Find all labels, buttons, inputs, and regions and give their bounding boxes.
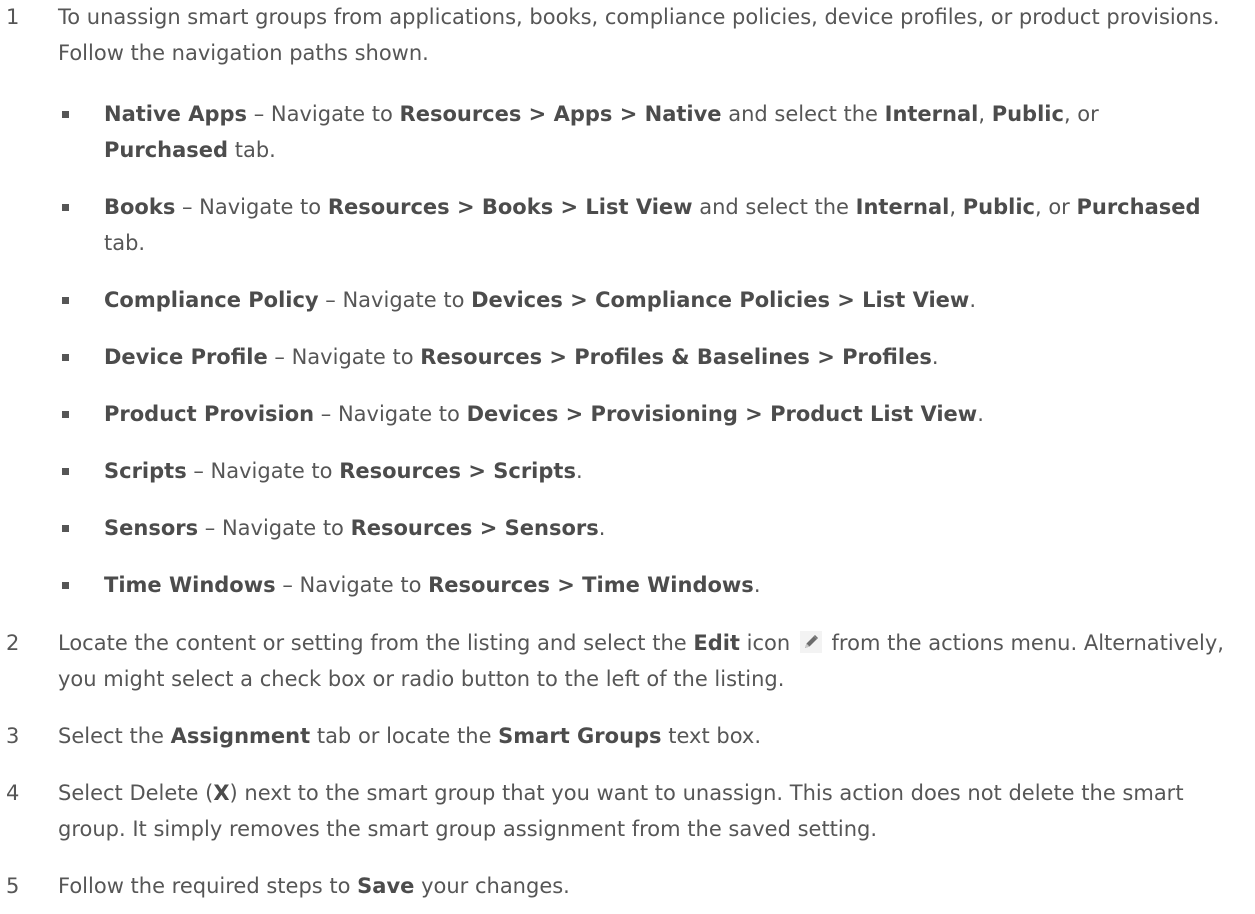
text-run: Select the <box>58 724 171 748</box>
text-run: . <box>575 459 583 483</box>
text-run: . <box>969 288 977 312</box>
step-text: Select the Assignment tab or locate the … <box>58 718 1240 754</box>
list-item-text: Time Windows – Navigate to Resources > T… <box>104 573 761 597</box>
text-run: and select the <box>721 102 885 126</box>
list-item-scripts: Scripts – Navigate to Resources > Script… <box>62 453 1220 489</box>
bullet-icon <box>62 354 69 361</box>
bullet-icon <box>62 525 69 532</box>
list-item-native-apps: Native Apps – Navigate to Resources > Ap… <box>62 96 1220 168</box>
pencil-icon <box>799 628 822 653</box>
list-item-text: Sensors – Navigate to Resources > Sensor… <box>104 516 605 540</box>
list-item-text: Scripts – Navigate to Resources > Script… <box>104 459 583 483</box>
step-text: Select Delete (X) next to the smart grou… <box>58 775 1240 847</box>
bold-term: Device Profile <box>104 345 268 369</box>
step-text: To unassign smart groups from applicatio… <box>58 0 1240 71</box>
text-run: – Navigate to <box>175 195 328 219</box>
bold-term: Compliance Policy <box>104 288 319 312</box>
text-run: – Navigate to <box>267 345 421 369</box>
text-run: . <box>598 516 606 540</box>
list-item-time-windows: Time Windows – Navigate to Resources > T… <box>62 567 1220 603</box>
step-number: 3 <box>6 724 20 748</box>
bullet-icon <box>62 582 69 589</box>
step-number: 5 <box>6 874 20 898</box>
bullet-icon <box>62 297 69 304</box>
bold-term: Books <box>104 195 176 219</box>
text-run: Locate the content or setting from the l… <box>58 631 694 655</box>
text-run: tab or locate the <box>310 724 499 748</box>
text-run: – Navigate to <box>275 573 429 597</box>
text-run: and select the <box>692 195 856 219</box>
bullet-icon <box>62 468 69 475</box>
list-item-sensors: Sensors – Navigate to Resources > Sensor… <box>62 510 1220 546</box>
bold-term: Devices > Compliance Policies > List Vie… <box>471 288 970 312</box>
text-run: To unassign smart groups from applicatio… <box>58 5 1220 65</box>
step-number: 4 <box>6 781 20 805</box>
bold-term: Internal <box>855 195 950 219</box>
list-item-text: Product Provision – Navigate to Devices … <box>104 402 984 426</box>
bold-term: Scripts <box>104 459 187 483</box>
list-item-text: Compliance Policy – Navigate to Devices … <box>104 288 976 312</box>
text-run: Follow the required steps to <box>58 874 358 898</box>
bold-term: Purchased <box>1076 195 1201 219</box>
text-run: tab. <box>104 231 146 255</box>
bold-term: Sensors <box>104 516 199 540</box>
bold-term: Smart Groups <box>498 724 662 748</box>
bold-term: Resources > Books > List View <box>327 195 693 219</box>
bold-term: Time Windows <box>104 573 276 597</box>
text-run: . <box>753 573 761 597</box>
text-run: – Navigate to <box>198 516 351 540</box>
bold-term: X <box>213 781 230 805</box>
bold-term: Resources > Apps > Native <box>399 102 722 126</box>
text-run: , or <box>1063 102 1099 126</box>
list-item-books: Books – Navigate to Resources > Books > … <box>62 189 1220 261</box>
bold-term: Public <box>991 102 1064 126</box>
text-run: . <box>977 402 984 426</box>
bold-term: Devices > Provisioning > Product List Vi… <box>466 402 978 426</box>
bullet-icon <box>62 204 69 211</box>
list-item-text: Native Apps – Navigate to Resources > Ap… <box>104 102 1099 162</box>
text-run: tab. <box>228 138 276 162</box>
text-run: icon <box>739 631 797 655</box>
step-number: 1 <box>6 5 20 29</box>
bold-term: Resources > Scripts <box>339 459 576 483</box>
step-text: Locate the content or setting from the l… <box>58 625 1240 697</box>
bold-term: Internal <box>884 102 979 126</box>
list-item-device-profile: Device Profile – Navigate to Resources >… <box>62 339 1220 375</box>
bold-term: Save <box>357 874 415 898</box>
bold-term: Assignment <box>170 724 311 748</box>
text-run: . <box>931 345 939 369</box>
bold-term: Resources > Profiles & Baselines > Profi… <box>420 345 932 369</box>
text-run: text box. <box>661 724 761 748</box>
text-run: – Navigate to <box>314 402 467 426</box>
text-run: , <box>949 195 963 219</box>
text-run: Select Delete ( <box>58 781 214 805</box>
step-text: Follow the required steps to Save your c… <box>58 868 1240 904</box>
bold-term: Product Provision <box>104 402 315 426</box>
bold-term: Native Apps <box>104 102 248 126</box>
text-run: , or <box>1034 195 1077 219</box>
bold-term: Resources > Sensors <box>350 516 599 540</box>
bullet-icon <box>62 111 69 118</box>
document: 1 To unassign smart groups from applicat… <box>0 0 1255 914</box>
text-run: , <box>978 102 992 126</box>
list-item-product-provision: Product Provision – Navigate to Devices … <box>62 396 1220 432</box>
text-run: – Navigate to <box>318 288 472 312</box>
text-run: – Navigate to <box>186 459 340 483</box>
bullet-icon <box>62 411 69 418</box>
list-item-text: Device Profile – Navigate to Resources >… <box>104 345 939 369</box>
bold-term: Public <box>962 195 1035 219</box>
step-number: 2 <box>6 631 20 655</box>
bold-term: Edit <box>693 631 740 655</box>
text-run: – Navigate to <box>247 102 400 126</box>
bold-term: Purchased <box>104 138 229 162</box>
list-item-text: Books – Navigate to Resources > Books > … <box>104 195 1201 255</box>
text-run: your changes. <box>414 874 570 898</box>
list-item-compliance-policy: Compliance Policy – Navigate to Devices … <box>62 282 1220 318</box>
bold-term: Resources > Time Windows <box>428 573 754 597</box>
